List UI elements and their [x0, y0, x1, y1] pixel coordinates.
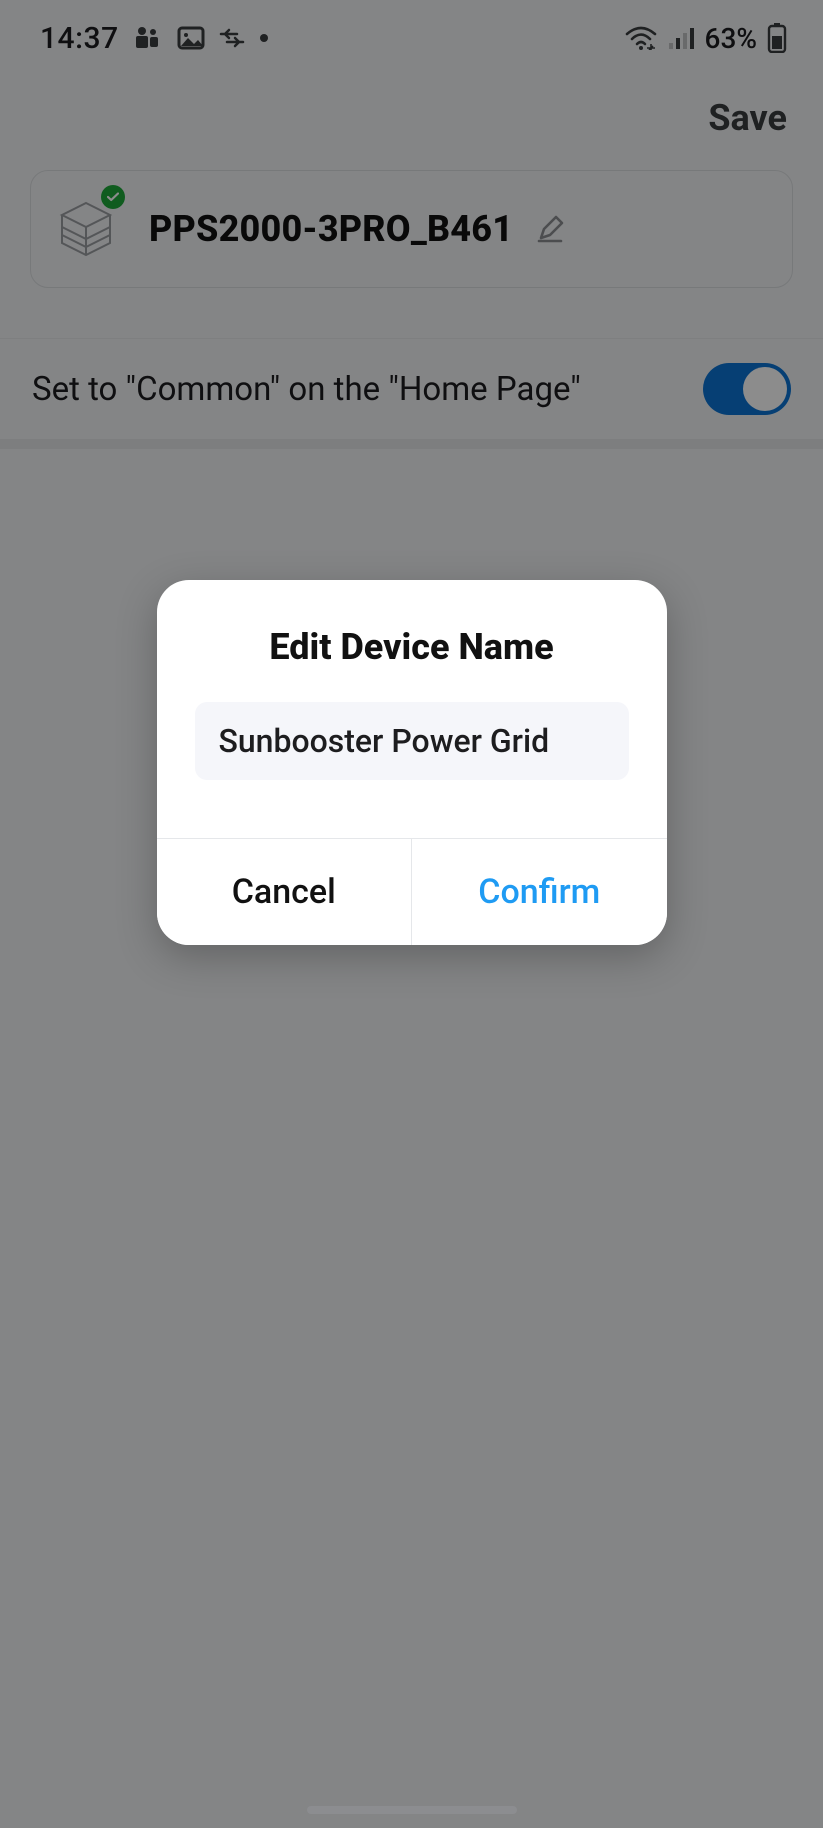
confirm-button[interactable]: Confirm	[412, 839, 667, 945]
device-name-input[interactable]	[219, 722, 605, 760]
edit-device-name-dialog: Edit Device Name Cancel Confirm	[157, 580, 667, 945]
dialog-title: Edit Device Name	[157, 580, 667, 702]
dialog-input-wrap	[195, 702, 629, 780]
dialog-actions: Cancel Confirm	[157, 838, 667, 945]
home-indicator	[307, 1806, 517, 1814]
cancel-button[interactable]: Cancel	[157, 839, 413, 945]
